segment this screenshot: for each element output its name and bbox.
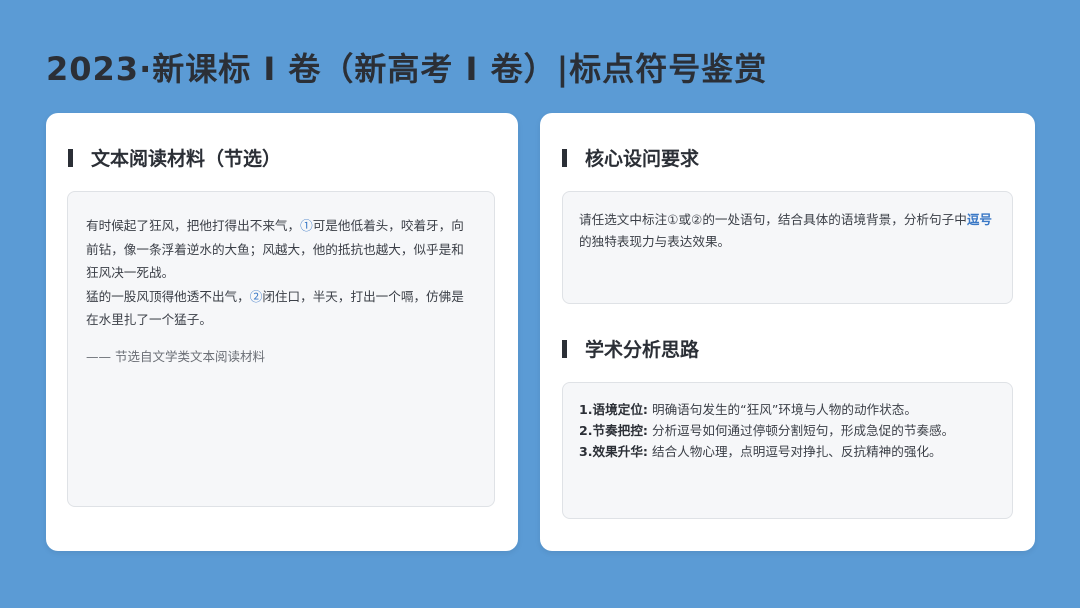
step-3-text: 结合人物心理，点明逗号对挣扎、反抗精神的强化。 xyxy=(651,444,942,459)
heading-bar xyxy=(68,148,73,167)
analysis-heading-text: 学术分析思路 xyxy=(585,339,700,361)
requirement-text: 请任选文中标注①或②的一处语句，结合具体的语境背景，分析句子中逗号的独特表现力与… xyxy=(579,209,996,253)
requirement-pre: 请任选文中标注①或②的一处语句，结合具体的语境背景，分析句子中 xyxy=(579,212,967,227)
step-2-label: 2.节奏把控: xyxy=(579,423,648,438)
passage-paragraph-1: 有时候起了狂风，把他打得出不来气，①可是他低着头，咬着牙，向前钻，像一条浮着逆水… xyxy=(86,214,476,285)
step-2-text: 分析逗号如何通过停顿分割短句，形成急促的节奏感。 xyxy=(651,423,955,438)
requirement-heading: 核心设问要求 xyxy=(562,144,699,171)
requirement-post: 的独特表现力与表达效果。 xyxy=(579,234,731,249)
page-title: 2023·新课标 I 卷（新高考 I 卷）|标点符号鉴赏 xyxy=(46,50,768,88)
passage-panel: 有时候起了狂风，把他打得出不来气，①可是他低着头，咬着牙，向前钻，像一条浮着逆水… xyxy=(67,191,495,507)
reading-material-heading-text: 文本阅读材料（节选） xyxy=(91,148,282,170)
requirement-heading-text: 核心设问要求 xyxy=(585,148,700,170)
requirement-highlight: 逗号 xyxy=(966,212,992,227)
step-1-text: 明确语句发生的“狂风”环境与人物的动作状态。 xyxy=(651,402,917,417)
passage-2-pre: 猛的一股风顶得他透不出气， xyxy=(86,288,250,304)
marker-2: ② xyxy=(249,288,263,304)
reading-material-heading: 文本阅读材料（节选） xyxy=(68,144,281,171)
marker-1: ① xyxy=(300,218,313,233)
heading-bar xyxy=(562,339,567,358)
passage-paragraph-2: 猛的一股风顶得他透不出气，②闭住口，半天，打出一个嗝，仿佛是在水里扎了一个猛子。 xyxy=(86,285,476,332)
analysis-step-1: 1.语境定位: 明确语句发生的“狂风”环境与人物的动作状态。 xyxy=(579,399,996,420)
analysis-panel: 1.语境定位: 明确语句发生的“狂风”环境与人物的动作状态。 2.节奏把控: 分… xyxy=(562,382,1013,519)
heading-bar xyxy=(562,148,567,167)
reading-material-card: 文本阅读材料（节选） 有时候起了狂风，把他打得出不来气，①可是他低着头，咬着牙，… xyxy=(46,113,518,551)
step-3-label: 3.效果升华: xyxy=(579,444,648,459)
analysis-step-2: 2.节奏把控: 分析逗号如何通过停顿分割短句，形成急促的节奏感。 xyxy=(579,420,996,441)
passage-1-pre: 有时候起了狂风，把他打得出不来气， xyxy=(86,218,301,233)
passage-source: —— 节选自文学类文本阅读材料 xyxy=(86,348,265,364)
analysis-card: 核心设问要求 请任选文中标注①或②的一处语句，结合具体的语境背景，分析句子中逗号… xyxy=(540,113,1035,551)
analysis-step-3: 3.效果升华: 结合人物心理，点明逗号对挣扎、反抗精神的强化。 xyxy=(579,441,996,462)
step-1-label: 1.语境定位: xyxy=(579,402,648,417)
requirement-panel: 请任选文中标注①或②的一处语句，结合具体的语境背景，分析句子中逗号的独特表现力与… xyxy=(562,191,1013,304)
analysis-heading: 学术分析思路 xyxy=(562,335,699,362)
